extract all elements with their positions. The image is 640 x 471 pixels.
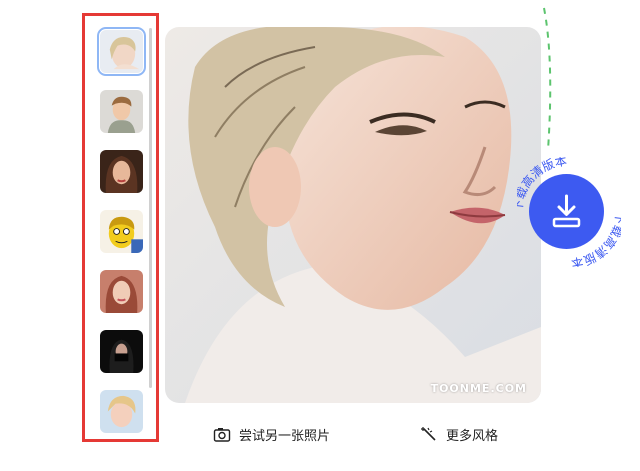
style-thumbnail-yellow-cartoon[interactable] (100, 210, 143, 253)
download-hd-widget[interactable]: 下载高清版本 下载高清版本 (517, 157, 621, 267)
style-thumbnail-blonde-sketch[interactable] (97, 27, 146, 76)
magic-wand-icon (420, 426, 438, 444)
download-icon (552, 194, 581, 228)
more-styles-label: 更多风格 (446, 429, 499, 444)
result-image: TOONME.COM (165, 27, 541, 403)
camera-icon (213, 426, 231, 444)
style-thumbnail-dark-hooded[interactable] (100, 330, 143, 373)
try-another-photo-button[interactable]: 尝试另一张照片 (213, 425, 330, 444)
style-thumbnail-brunette[interactable] (100, 150, 143, 193)
dashed-arc-decoration (543, 7, 552, 151)
thumbnail-scrollbar[interactable] (149, 28, 152, 388)
style-thumbnail-3d-blonde[interactable] (100, 390, 143, 433)
watermark: TOONME.COM (430, 382, 527, 395)
style-thumbnail-3d-boy[interactable] (100, 90, 143, 133)
download-hd-button[interactable] (529, 174, 604, 249)
more-styles-button[interactable]: 更多风格 (420, 425, 498, 444)
try-another-photo-label: 尝试另一张照片 (239, 429, 331, 444)
style-thumbnail-redhead[interactable] (100, 270, 143, 313)
